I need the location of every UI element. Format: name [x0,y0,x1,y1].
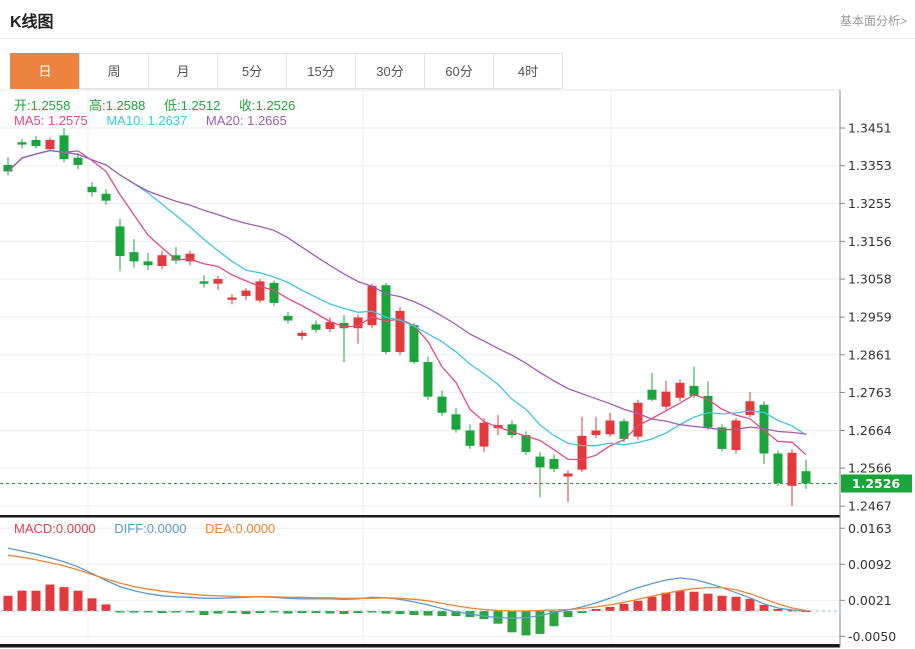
tab-month[interactable]: 月 [148,53,218,89]
y-axis-label: 1.2861 [848,347,892,362]
tab-day[interactable]: 日 [10,53,80,89]
y-axis-label: 0.0163 [848,521,892,536]
y-axis-label: 1.3255 [848,196,892,211]
page-title: K线图 [10,14,54,31]
ma20-line [7,149,807,435]
y-axis-label: 1.3451 [848,121,892,136]
y-axis-label: 1.2467 [848,499,892,514]
macd-panel-baseline [0,644,840,648]
y-axis-label: 0.0021 [848,593,892,608]
interval-tabbar: 日 周 月 5分 15分 30分 60分 4时 [10,53,563,89]
diff-line [7,547,807,619]
tab-15min[interactable]: 15分 [286,53,356,89]
y-axis-label: 1.2959 [848,310,892,325]
tab-4hour[interactable]: 4时 [493,53,563,89]
tab-5min[interactable]: 5分 [217,53,287,89]
y-axis-label: 1.2763 [848,385,892,400]
ma10-line [7,149,807,447]
y-axis-label: 1.3156 [848,234,892,249]
kline-chart[interactable]: 1.3451 1.3353 1.3255 1.3156 1.3058 1.2959 1.28… [0,0,915,649]
dea-line [7,554,807,612]
y-axis-label: 0.0092 [848,557,892,572]
price-panel-baseline [0,515,840,518]
tab-30min[interactable]: 30分 [355,53,425,89]
y-axis-label: 1.3353 [848,158,892,173]
kline-page: { "header": { "title": "K线图", "link": "基… [0,0,915,649]
ma5-line [7,149,807,461]
title-divider [0,38,915,39]
macd-histogram [3,584,811,636]
y-axis-label: -0.0050 [848,629,896,644]
current-price-badge-label: 1.2526 [852,476,901,491]
tab-60min[interactable]: 60分 [424,53,494,89]
y-axis-label: 1.3058 [848,272,892,287]
y-axis: 1.3451 1.3353 1.3255 1.3156 1.3058 1.2959 1.28… [839,90,896,647]
tab-week[interactable]: 周 [79,53,149,89]
y-axis-label: 1.2566 [848,461,892,476]
gridlines [0,89,840,644]
fundamental-analysis-link[interactable]: 基本面分析> [840,12,907,29]
y-axis-label: 1.2664 [848,423,892,438]
